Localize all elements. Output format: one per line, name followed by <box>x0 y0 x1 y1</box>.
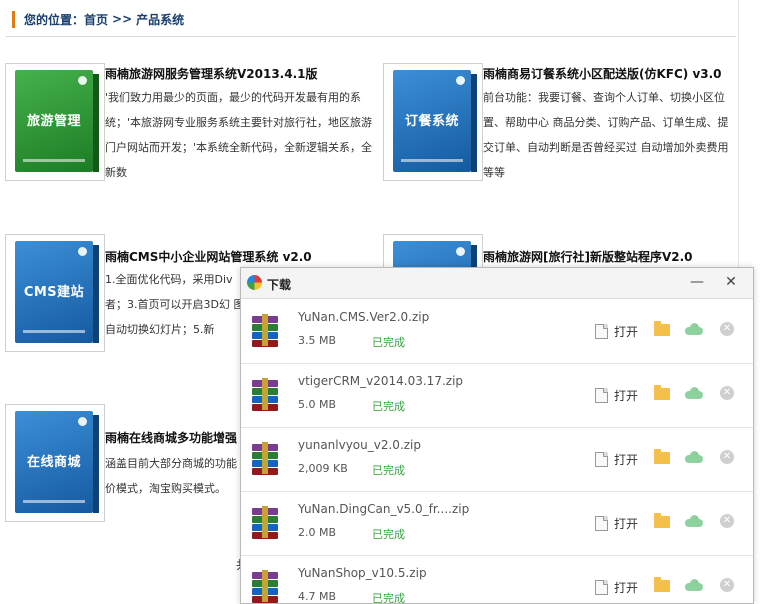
open-label: 打开 <box>614 388 639 403</box>
file-icon <box>595 579 608 595</box>
box-label: 旅游管理 <box>26 114 81 129</box>
product-description: 前台功能：我要订餐、查询个人订单、切换小区位置、帮助中心 商品分类、订购产品、订… <box>483 91 729 179</box>
breadcrumb-prefix: 您的位置： <box>24 12 85 27</box>
breadcrumb: 您的位置： 首页 >> 产品系统 <box>12 9 184 29</box>
browser-logo-icon <box>247 275 262 290</box>
cloud-upload-icon[interactable] <box>685 387 703 399</box>
remove-item-icon[interactable]: ✕ <box>720 386 734 400</box>
download-window-titlebar[interactable]: 下载 — ✕ <box>241 268 753 299</box>
rar-archive-icon <box>249 506 281 539</box>
box-label: CMS建站 <box>23 285 85 300</box>
file-icon <box>595 451 608 467</box>
box-label: 订餐系统 <box>404 114 459 129</box>
open-file-button[interactable]: 打开 <box>595 515 638 531</box>
download-window[interactable]: 下载 — ✕ YuNan.CMS.Ver2.0.zip 3.5 MB 已完成 打… <box>240 267 754 604</box>
brand-logo-icon <box>78 247 87 256</box>
download-item[interactable]: yunanlvyou_v2.0.zip 2,009 KB 已完成 打开 ✕ <box>241 427 753 492</box>
download-item[interactable]: YuNan.DingCan_v5.0_fr....zip 2.0 MB 已完成 … <box>241 491 753 556</box>
cloud-upload-icon[interactable] <box>685 451 703 463</box>
product-thumbnail[interactable]: 旅游管理 <box>5 63 105 181</box>
open-label: 打开 <box>614 324 639 339</box>
breadcrumb-current-link[interactable]: 产品系统 <box>136 11 184 28</box>
cloud-upload-icon[interactable] <box>685 323 703 335</box>
file-icon <box>595 515 608 531</box>
product-title-link[interactable]: 雨楠商易订餐系统小区配送版(仿KFC) v3.0 <box>483 65 722 82</box>
open-folder-icon[interactable] <box>654 513 670 528</box>
open-folder-icon[interactable] <box>654 321 670 336</box>
breadcrumb-marker <box>12 10 15 28</box>
minimize-button[interactable]: — <box>687 272 707 292</box>
download-item[interactable]: YuNan.CMS.Ver2.0.zip 3.5 MB 已完成 打开 ✕ <box>241 299 753 364</box>
breadcrumb-separator: >> <box>112 12 133 26</box>
download-filename: YuNan.CMS.Ver2.0.zip <box>298 310 430 324</box>
download-item[interactable]: vtigerCRM_v2014.03.17.zip 5.0 MB 已完成 打开 … <box>241 363 753 428</box>
product-box-image: 订餐系统 <box>393 70 477 172</box>
download-size: 2.0 MB <box>298 526 337 539</box>
rar-archive-icon <box>249 378 281 411</box>
open-file-button[interactable]: 打开 <box>595 323 638 339</box>
open-file-button[interactable]: 打开 <box>595 387 638 403</box>
open-label: 打开 <box>614 516 639 531</box>
remove-item-icon[interactable]: ✕ <box>720 322 734 336</box>
product-description: 1.全面优化代码，采用Div 者；3.首页可以开启3D幻 图自动切换幻灯片；5.… <box>105 273 245 336</box>
brand-logo-icon <box>78 76 87 85</box>
box-label: 在线商城 <box>26 455 81 470</box>
download-size: 4.7 MB <box>298 590 337 603</box>
download-status: 已完成 <box>372 400 405 413</box>
download-status: 已完成 <box>372 464 405 477</box>
open-folder-icon[interactable] <box>654 577 670 592</box>
open-file-button[interactable]: 打开 <box>595 579 638 595</box>
open-folder-icon[interactable] <box>654 385 670 400</box>
breadcrumb-home-link[interactable]: 首页 <box>84 11 108 28</box>
cloud-upload-icon[interactable] <box>685 579 703 591</box>
download-item[interactable]: YuNanShop_v10.5.zip 4.7 MB 已完成 打开 ✕ <box>241 555 753 603</box>
rar-archive-icon <box>249 442 281 475</box>
download-filename: yunanlvyou_v2.0.zip <box>298 438 422 452</box>
rar-archive-icon <box>249 570 281 603</box>
product-title-link[interactable]: 雨楠在线商城多功能增强 <box>105 429 237 446</box>
product-box-image: 在线商城 <box>15 411 99 513</box>
product-title-link[interactable]: 雨楠旅游网[旅行社]新版整站程序V2.0 <box>483 248 693 265</box>
open-file-button[interactable]: 打开 <box>595 451 638 467</box>
product-box-image: 旅游管理 <box>15 70 99 172</box>
cloud-upload-icon[interactable] <box>685 515 703 527</box>
download-size: 2,009 KB <box>298 462 348 475</box>
rar-archive-icon <box>249 314 281 347</box>
remove-item-icon[interactable]: ✕ <box>720 578 734 592</box>
download-size: 5.0 MB <box>298 398 337 411</box>
open-label: 打开 <box>614 580 639 595</box>
download-window-title: 下载 <box>267 278 292 292</box>
divider <box>6 36 736 37</box>
product-thumbnail[interactable]: 在线商城 <box>5 404 105 522</box>
brand-logo-icon <box>456 76 465 85</box>
download-filename: YuNanShop_v10.5.zip <box>298 566 427 580</box>
product-box-image: CMS建站 <box>15 241 99 343</box>
product-thumbnail[interactable]: CMS建站 <box>5 234 105 352</box>
close-button[interactable]: ✕ <box>721 272 741 292</box>
remove-item-icon[interactable]: ✕ <box>720 450 734 464</box>
open-label: 打开 <box>614 452 639 467</box>
download-status: 已完成 <box>372 528 405 541</box>
open-folder-icon[interactable] <box>654 449 670 464</box>
download-filename: vtigerCRM_v2014.03.17.zip <box>298 374 464 388</box>
product-title-link[interactable]: 雨楠CMS中小企业网站管理系统 v2.0 <box>105 248 312 265</box>
download-filename: YuNan.DingCan_v5.0_fr....zip <box>298 502 470 516</box>
file-icon <box>595 387 608 403</box>
product-thumbnail[interactable]: 订餐系统 <box>383 63 483 181</box>
brand-logo-icon <box>456 247 465 256</box>
product-description: 涵盖目前大部分商城的功能 价模式，淘宝购买模式。 <box>105 457 237 495</box>
remove-item-icon[interactable]: ✕ <box>720 514 734 528</box>
download-status: 已完成 <box>372 336 405 349</box>
brand-logo-icon <box>78 417 87 426</box>
product-description: '我们致力用最少的页面，最少的代码开发最有用的系统；'本旅游网专业服务系统主要针… <box>105 91 373 179</box>
file-icon <box>595 323 608 339</box>
download-size: 3.5 MB <box>298 334 337 347</box>
product-title-link[interactable]: 雨楠旅游网服务管理系统V2013.4.1版 <box>105 65 318 82</box>
